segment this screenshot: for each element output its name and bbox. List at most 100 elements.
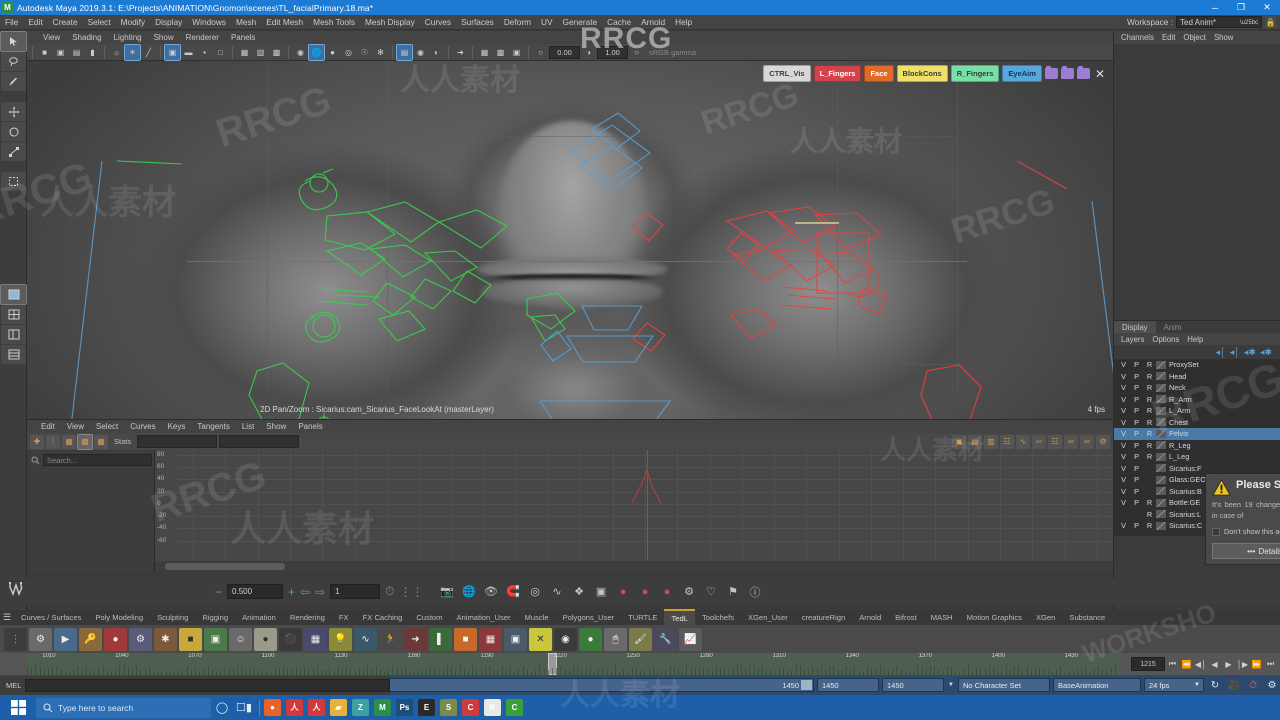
ge-menu-select[interactable]: Select (90, 420, 124, 433)
layer-row[interactable]: VPRNeck (1114, 382, 1280, 394)
autosave-warning-dialog[interactable]: Please S It's been 19 change, pleas lost… (1205, 473, 1280, 565)
snap-icon[interactable]: ☷ (1048, 435, 1062, 449)
shelf-pale-icon[interactable]: ● (254, 628, 277, 651)
four-view-layout-button[interactable] (1, 305, 26, 324)
layer-visibility-toggle[interactable]: V (1117, 372, 1130, 381)
menu-item-modify[interactable]: Modify (116, 15, 150, 30)
shelf-tab-polygons-user[interactable]: Polygons_User (556, 610, 622, 625)
move-nearest-key-tool-icon[interactable]: ✚ (30, 435, 44, 449)
dont-show-checkbox[interactable] (1212, 528, 1220, 536)
layer-row[interactable]: VPRProxySet (1114, 359, 1280, 371)
layer-visibility-toggle[interactable]: V (1117, 406, 1130, 415)
ge-menu-panels[interactable]: Panels (292, 420, 328, 433)
menu-item-file[interactable]: File (0, 15, 23, 30)
anim-layer-icon[interactable]: ◂✱ (1244, 347, 1256, 358)
frame-playback-range-icon[interactable]: ▤ (968, 435, 982, 449)
epic-games-icon[interactable]: E (418, 699, 435, 716)
step-back-button[interactable]: ◀│ (1194, 657, 1207, 671)
shelf-anim-icon[interactable]: ▶ (54, 628, 77, 651)
layer-display-type-toggle[interactable]: R (1143, 383, 1156, 392)
close-icon[interactable]: ✕ (1093, 67, 1105, 81)
layer-row[interactable]: VPRChest (1114, 417, 1280, 429)
paint-select-tool-button[interactable] (1, 72, 26, 91)
lasso-tool-button[interactable] (1, 52, 26, 71)
time-slider-track[interactable]: 1010104010701100113011601190122012501280… (27, 653, 1120, 675)
layer-visibility-toggle[interactable]: V (1117, 360, 1130, 369)
scrollbar-thumb[interactable] (165, 563, 285, 570)
xray-icon[interactable]: ▣ (165, 45, 180, 60)
layer-color-swatch[interactable] (1156, 430, 1166, 438)
folder-icon-3[interactable] (1077, 68, 1090, 79)
range-end-field[interactable]: 1450 (817, 678, 879, 692)
shelf-paint-icon[interactable]: 🖌 (629, 628, 652, 651)
cycle-icon[interactable]: ⏱ (385, 584, 394, 599)
hypergraph-layout-button[interactable] (1, 345, 26, 364)
single-view-layout-button[interactable] (1, 285, 26, 304)
layer-display-type-toggle[interactable]: R (1143, 498, 1156, 507)
taskbar-search-box[interactable]: Type here to search (36, 698, 211, 718)
help-icon[interactable]: ⓘ (748, 584, 763, 599)
minus-icon[interactable]: − (215, 585, 222, 599)
isolate-select-icon[interactable]: ➜ (453, 45, 468, 60)
menu-item-mesh-display[interactable]: Mesh Display (360, 15, 420, 30)
shelf-orange-icon[interactable]: ■ (454, 628, 477, 651)
anim-end-field[interactable]: 1450 (882, 678, 944, 692)
shadows-icon[interactable]: ☀ (125, 45, 140, 60)
layer-playback-toggle[interactable]: P (1130, 383, 1143, 392)
layer-playback-toggle[interactable]: P (1130, 360, 1143, 369)
layer-playback-toggle[interactable]: P (1130, 441, 1143, 450)
xray-active-icon[interactable]: ▧ (253, 45, 268, 60)
play-backwards-button[interactable]: ◀ (1208, 657, 1221, 671)
play-forwards-button[interactable]: ▶ (1222, 657, 1235, 671)
layer-color-swatch[interactable] (1156, 372, 1166, 380)
shelf-tab-substance[interactable]: Substance (1062, 610, 1112, 625)
windows-start-icon[interactable] (0, 695, 36, 720)
ge-menu-list[interactable]: List (236, 420, 260, 433)
shelf-skel-icon[interactable]: ⚙ (129, 628, 152, 651)
maya-taskbar-icon[interactable]: M (374, 699, 391, 716)
flare-icon[interactable]: ✻ (373, 45, 388, 60)
viewport-menu-view[interactable]: View (37, 31, 66, 44)
shelf-tab-poly-modeling[interactable]: Poly Modeling (88, 610, 150, 625)
camera-icon[interactable]: 📷 (440, 584, 455, 599)
cycle-playback-icon[interactable]: ↻ (1207, 680, 1223, 691)
viewport-menu-show[interactable]: Show (148, 31, 180, 44)
shelf-tab-rendering[interactable]: Rendering (283, 610, 332, 625)
texture-icon[interactable]: □ (213, 45, 228, 60)
frame-all-icon[interactable]: ▣ (952, 435, 966, 449)
layer-menu-options[interactable]: Options (1148, 335, 1183, 344)
move-tool-button[interactable] (1, 102, 26, 121)
lighting-icon[interactable]: ☼ (109, 45, 124, 60)
layer-color-swatch[interactable] (1156, 499, 1166, 507)
shelf-tab-fx-caching[interactable]: FX Caching (356, 610, 410, 625)
ao-icon[interactable]: ● (325, 45, 340, 60)
xray-comp-icon[interactable]: ▩ (269, 45, 284, 60)
stats-field-2[interactable] (219, 435, 299, 448)
anim-layer-field[interactable]: BaseAnimation (1053, 678, 1141, 692)
shelf-tab-animation[interactable]: Animation (235, 610, 283, 625)
cb-menu-edit[interactable]: Edit (1158, 33, 1179, 42)
layer-row[interactable]: VPRHead (1114, 371, 1280, 383)
viewport-menu-shading[interactable]: Shading (66, 31, 107, 44)
new-layer-selected-icon[interactable]: ◂│ (1230, 347, 1240, 358)
menu-item-create[interactable]: Create (48, 15, 83, 30)
fps-dropdown[interactable]: 24 fps ▼ (1144, 678, 1204, 692)
layer-color-swatch[interactable] (1156, 487, 1166, 495)
exposure-toggle-icon[interactable]: ○ (533, 45, 548, 60)
grid-toggle-icon[interactable]: ▦ (477, 45, 492, 60)
record2-icon[interactable]: ● (638, 584, 653, 599)
exposure-value-field[interactable]: 0.00 (549, 46, 580, 59)
shelf-tab-bifrost[interactable]: Bifrost (888, 610, 924, 625)
layer-visibility-toggle[interactable]: V (1117, 464, 1130, 473)
runner-app-icon[interactable]: 人 (286, 699, 303, 716)
record3-icon[interactable]: ● (660, 584, 675, 599)
key-value-field[interactable]: 1 (330, 584, 380, 599)
next-key-icon[interactable]: ⇨ (315, 585, 325, 599)
ge-menu-tangents[interactable]: Tangents (191, 420, 235, 433)
target-icon[interactable]: ◎ (528, 584, 543, 599)
layer-visibility-toggle[interactable]: V (1117, 487, 1130, 496)
zbrush-icon[interactable]: Z (352, 699, 369, 716)
firefox-icon[interactable]: ● (264, 699, 281, 716)
layer-color-swatch[interactable] (1156, 418, 1166, 426)
layer-visibility-toggle[interactable]: V (1117, 452, 1130, 461)
